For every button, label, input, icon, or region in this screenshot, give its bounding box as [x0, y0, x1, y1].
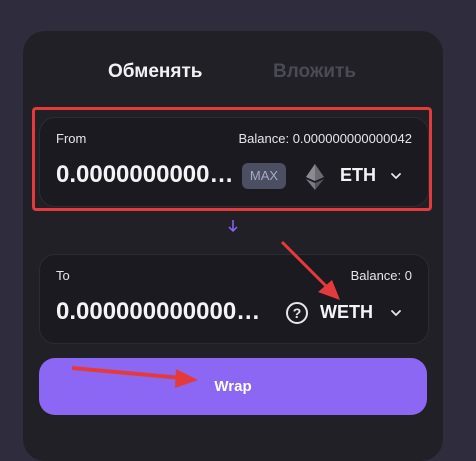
- swap-card: Обменять Вложить From Balance: 0.0000000…: [23, 31, 443, 461]
- arrow-down-icon: [228, 220, 238, 233]
- question-circle-icon: ?: [286, 302, 308, 324]
- tab-swap[interactable]: Обменять: [108, 61, 202, 83]
- annotation-highlight-box: [32, 107, 432, 211]
- tab-stake[interactable]: Вложить: [273, 61, 356, 83]
- to-panel: To Balance: 0 0.000000000000042 ? WETH: [39, 254, 429, 344]
- chevron-down-icon[interactable]: [390, 307, 402, 319]
- to-balance: Balance: 0: [350, 268, 412, 283]
- wrap-button[interactable]: Wrap: [39, 358, 427, 415]
- to-token-selector[interactable]: WETH: [320, 302, 373, 323]
- tab-bar: Обменять Вложить: [23, 31, 443, 111]
- to-amount-output: 0.000000000000042: [56, 298, 266, 325]
- to-label: To: [56, 268, 70, 283]
